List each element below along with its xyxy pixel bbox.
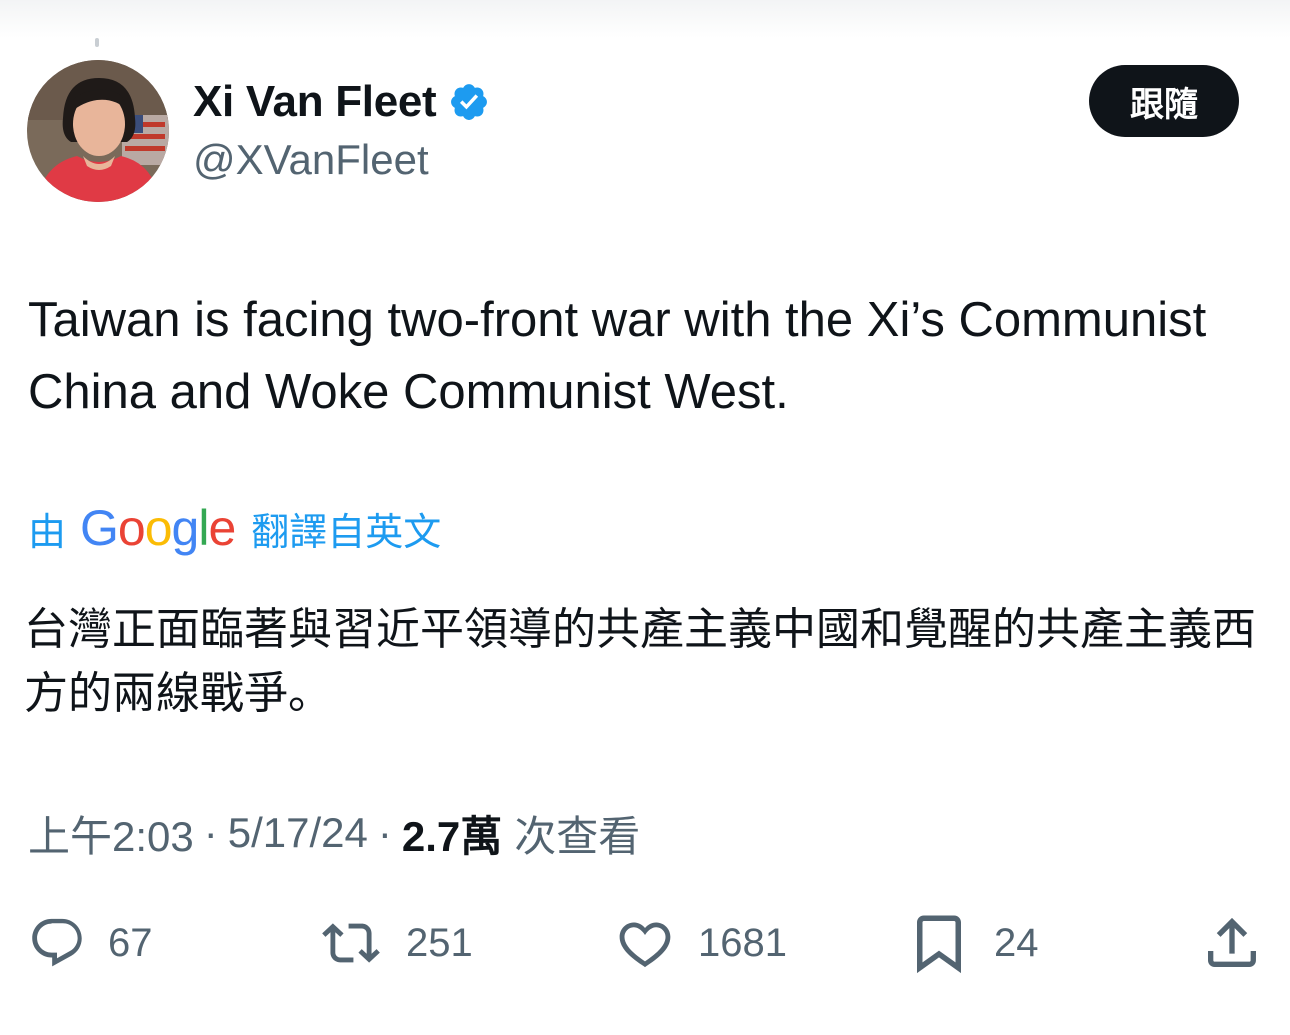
like-icon <box>619 922 671 968</box>
like-count: 1681 <box>698 920 787 965</box>
translation-attribution[interactable]: 由 Google 翻譯自英文 <box>28 498 441 558</box>
tweet-time[interactable]: 上午2:03 <box>28 803 194 864</box>
bookmark-icon <box>917 915 961 974</box>
repost-icon <box>322 923 380 963</box>
top-fade <box>0 0 1290 38</box>
author-name[interactable]: Xi Van Fleet <box>193 77 437 127</box>
bookmark-count: 24 <box>994 920 1039 965</box>
avatar[interactable] <box>27 60 169 202</box>
author-handle[interactable]: @XVanFleet <box>193 136 429 184</box>
share-icon <box>1208 917 1256 967</box>
google-logo: Google <box>80 500 236 556</box>
follow-button[interactable]: 跟隨 <box>1089 65 1239 137</box>
verified-badge-icon[interactable] <box>448 81 490 123</box>
view-label: 次查看 <box>514 812 641 860</box>
action-bar: 67 251 1681 24 <box>0 905 1290 981</box>
tweet-date[interactable]: 5/17/24 <box>228 809 368 857</box>
translation-prefix: 由 <box>28 509 67 554</box>
bookmark-button[interactable]: 24 <box>906 905 1039 981</box>
reply-icon <box>32 918 82 967</box>
author-row: Xi Van Fleet <box>193 72 490 132</box>
repost-count: 251 <box>406 920 473 965</box>
meta-separator: · <box>377 809 392 856</box>
view-count[interactable]: 2.7萬 <box>402 803 502 864</box>
reply-count: 67 <box>108 920 153 965</box>
reply-button[interactable]: 67 <box>28 905 153 981</box>
tweet-text: Taiwan is facing two-front war with the … <box>28 293 1207 419</box>
like-button[interactable]: 1681 <box>614 905 787 981</box>
repost-button[interactable]: 251 <box>318 905 473 981</box>
meta-separator: · <box>203 809 218 856</box>
share-button[interactable] <box>1200 905 1264 981</box>
top-marker <box>95 38 99 47</box>
tweet-meta: 上午2:03 · 5/17/24 · 2.7萬 次查看 <box>28 805 640 861</box>
translated-text: 台灣正面臨著與習近平領導的共產主義中國和覺醒的共產主義西方的兩線戰爭。 <box>24 604 1256 719</box>
translation-suffix: 翻譯自英文 <box>251 509 442 554</box>
